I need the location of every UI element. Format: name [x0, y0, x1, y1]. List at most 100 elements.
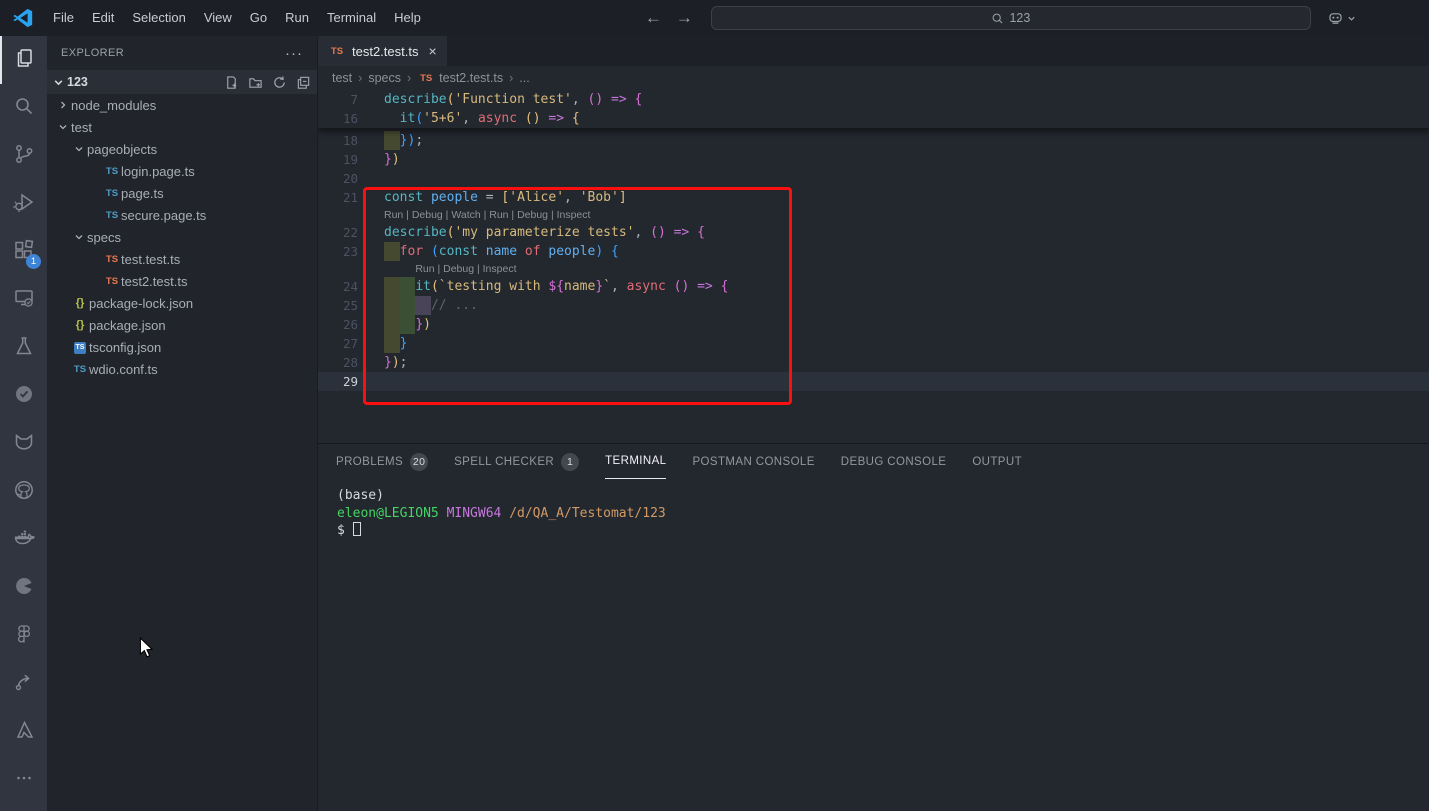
check-circle-activity-item[interactable] — [0, 372, 47, 420]
tree-item-package-lock-json[interactable]: {}package-lock.json — [47, 292, 317, 314]
indent-highlight-block — [400, 315, 416, 334]
menu-help[interactable]: Help — [385, 0, 430, 36]
indent-highlight-block — [384, 277, 400, 296]
panel-tab-spell-checker[interactable]: SPELL CHECKER1 — [454, 444, 579, 479]
docker-activity-item[interactable] — [0, 516, 47, 564]
explorer-more-actions-icon[interactable]: ··· — [285, 45, 303, 62]
code-line-25[interactable]: 25 // ... — [318, 296, 1429, 315]
code-line-24[interactable]: 24 it(`testing with ${name}`, async () =… — [318, 277, 1429, 296]
menu-view[interactable]: View — [195, 0, 241, 36]
vscode-logo-icon — [12, 7, 34, 29]
copilot-icon — [1327, 10, 1344, 27]
tree-item-node-modules[interactable]: node_modules — [47, 94, 317, 116]
menu-terminal[interactable]: Terminal — [318, 0, 385, 36]
forward-arrow-icon[interactable]: → — [676, 8, 693, 28]
code-line-26[interactable]: 26 }) — [318, 315, 1429, 334]
run-debug-activity-item[interactable] — [0, 180, 47, 228]
share-arrow-activity-item[interactable] — [0, 660, 47, 708]
tree-item-test-test-ts[interactable]: TStest.test.ts — [47, 248, 317, 270]
panel-tab-output[interactable]: OUTPUT — [972, 444, 1022, 479]
search-icon — [12, 94, 36, 123]
breadcrumb-separator: › — [358, 71, 362, 85]
code-line-27[interactable]: 27 } — [318, 334, 1429, 353]
code-editor[interactable]: 18 });19})2021const people = ['Alice', '… — [318, 90, 1429, 443]
tab-test2-test-ts[interactable]: TS test2.test.ts × — [318, 36, 447, 66]
breadcrumb-item[interactable]: TStest2.test.ts — [417, 71, 503, 85]
code-line-20[interactable]: 20 — [318, 169, 1429, 188]
indent-highlight-block — [384, 296, 400, 315]
tree-item-label: tsconfig.json — [89, 340, 161, 355]
tree-item-label: package-lock.json — [89, 296, 193, 311]
explorer-header: EXPLORER ··· — [47, 36, 317, 70]
code-line-29[interactable]: 29 — [318, 372, 1429, 391]
codelens-row[interactable]: Run | Debug | Watch | Run | Debug | Insp… — [318, 207, 1429, 223]
copilot-menu[interactable] — [1327, 10, 1356, 27]
pie-circle-activity-item[interactable] — [0, 564, 47, 612]
chevron-down-icon — [55, 122, 71, 132]
collapse-all-icon[interactable] — [296, 75, 311, 90]
menu-edit[interactable]: Edit — [83, 0, 123, 36]
extensions-activity-item[interactable]: 1 — [0, 228, 47, 276]
tree-item-specs[interactable]: specs — [47, 226, 317, 248]
typescript-file-icon: TS — [103, 276, 121, 287]
code-line-23[interactable]: 23 for (const name of people) { — [318, 242, 1429, 261]
menu-selection[interactable]: Selection — [123, 0, 194, 36]
files-activity-item[interactable] — [0, 36, 47, 84]
breadcrumb-item[interactable]: test — [332, 71, 352, 85]
codelens-actions[interactable]: Run | Debug | Watch | Run | Debug | Insp… — [384, 209, 590, 221]
explorer-actions — [224, 75, 311, 90]
panel-tab-debug-console[interactable]: DEBUG CONSOLE — [841, 444, 947, 479]
new-folder-icon[interactable] — [248, 75, 263, 90]
code-line-28[interactable]: 28}); — [318, 353, 1429, 372]
run-debug-icon — [12, 190, 36, 219]
code-line-18[interactable]: 18 }); — [318, 131, 1429, 150]
tree-item-label: node_modules — [71, 98, 156, 113]
line-number: 24 — [318, 277, 384, 296]
tree-item-secure-page-ts[interactable]: TSsecure.page.ts — [47, 204, 317, 226]
tree-item-page-ts[interactable]: TSpage.ts — [47, 182, 317, 204]
more-icon — [12, 766, 36, 795]
menu-file[interactable]: File — [44, 0, 83, 36]
share-arrow-icon — [12, 670, 36, 699]
figma-activity-item[interactable] — [0, 612, 47, 660]
code-line-21[interactable]: 21const people = ['Alice', 'Bob'] — [318, 188, 1429, 207]
new-file-icon[interactable] — [224, 75, 239, 90]
workspace-section-header[interactable]: 123 — [47, 70, 317, 94]
more-activity-item[interactable] — [0, 756, 47, 804]
close-tab-icon[interactable]: × — [428, 43, 436, 59]
panel-tab-terminal[interactable]: TERMINAL — [605, 444, 666, 479]
vscode-window: FileEditSelectionViewGoRunTerminalHelp ←… — [0, 0, 1429, 811]
panel-tab-postman-console[interactable]: POSTMAN CONSOLE — [692, 444, 814, 479]
codelens-row[interactable]: Run | Debug | Inspect — [318, 261, 1429, 277]
search-activity-item[interactable] — [0, 84, 47, 132]
tree-item-package-json[interactable]: {}package.json — [47, 314, 317, 336]
codelens-actions[interactable]: Run | Debug | Inspect — [415, 263, 516, 275]
tree-item-test2-test-ts[interactable]: TStest2.test.ts — [47, 270, 317, 292]
command-center-search[interactable]: 123 — [711, 6, 1311, 30]
menu-run[interactable]: Run — [276, 0, 318, 36]
back-arrow-icon[interactable]: ← — [645, 8, 662, 28]
azure-activity-item[interactable] — [0, 708, 47, 756]
github-activity-item[interactable] — [0, 468, 47, 516]
typescript-file-icon: TS — [103, 254, 121, 265]
code-line-22[interactable]: 22describe('my parameterize tests', () =… — [318, 223, 1429, 242]
source-control-activity-item[interactable] — [0, 132, 47, 180]
remote-explorer-activity-item[interactable] — [0, 276, 47, 324]
terminal-content[interactable]: (base)eleon@LEGION5 MINGW64 /d/QA_A/Test… — [318, 479, 1429, 540]
indent-highlight-block — [384, 242, 400, 261]
breadcrumb-item[interactable]: specs — [368, 71, 401, 85]
tree-item-login-page-ts[interactable]: TSlogin.page.ts — [47, 160, 317, 182]
test-beaker-activity-item[interactable] — [0, 324, 47, 372]
code-line-19[interactable]: 19}) — [318, 150, 1429, 169]
tree-item-test[interactable]: test — [47, 116, 317, 138]
code-line-7[interactable]: 7describe('Function test', () => { — [318, 90, 1429, 109]
tree-item-pageobjects[interactable]: pageobjects — [47, 138, 317, 160]
breadcrumb-item[interactable]: ... — [519, 71, 529, 85]
menu-go[interactable]: Go — [241, 0, 276, 36]
fox-activity-item[interactable] — [0, 420, 47, 468]
panel-tab-problems[interactable]: PROBLEMS20 — [336, 444, 428, 479]
code-line-16[interactable]: 16 it('5+6', async () => { — [318, 109, 1429, 128]
tree-item-wdio-conf-ts[interactable]: TSwdio.conf.ts — [47, 358, 317, 380]
tree-item-tsconfig-json[interactable]: TStsconfig.json — [47, 336, 317, 358]
refresh-icon[interactable] — [272, 75, 287, 90]
